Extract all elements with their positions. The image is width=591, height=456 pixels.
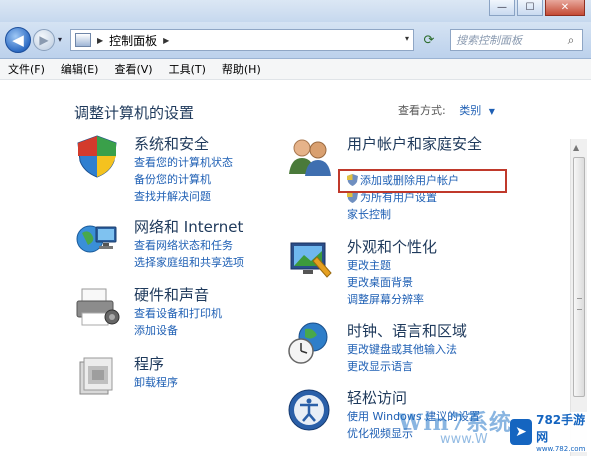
- watermark-badge: ➤ 782手游网 www.782.com: [510, 411, 588, 453]
- watermark-url: www.W: [440, 432, 488, 447]
- category-title[interactable]: 时钟、语言和区域: [347, 321, 527, 341]
- badge-title: 782手游网: [536, 413, 586, 444]
- navigation-bar: ◀ ▶ ▾ ▶ 控制面板 ▶ ▾ ⟳ 搜索控制面板 ⌕: [0, 22, 591, 59]
- category-text: 外观和个性化 更改主题 更改桌面背景 调整屏幕分辨率: [347, 237, 527, 308]
- appearance-icon[interactable]: [287, 237, 333, 281]
- programs-icon[interactable]: [74, 354, 120, 398]
- menu-file[interactable]: 文件(F): [0, 61, 53, 77]
- back-button[interactable]: ◀: [5, 27, 31, 53]
- link-screen-resolution[interactable]: 调整屏幕分辨率: [347, 291, 527, 308]
- scroll-up-button[interactable]: ▲: [573, 143, 579, 152]
- search-icon[interactable]: ⌕: [564, 33, 578, 47]
- ease-of-access-icon[interactable]: [287, 388, 333, 432]
- minimize-button[interactable]: —: [489, 0, 515, 16]
- printer-icon[interactable]: [74, 285, 120, 329]
- title-bar: — ☐ ✕: [0, 0, 591, 22]
- scroll-grip: [577, 298, 582, 310]
- link-change-theme[interactable]: 更改主题: [347, 257, 527, 274]
- forward-button[interactable]: ▶: [33, 29, 55, 51]
- link-troubleshoot[interactable]: 查找并解决问题: [134, 188, 314, 205]
- control-panel-icon: [75, 33, 91, 47]
- category-title[interactable]: 硬件和声音: [134, 285, 314, 305]
- window-controls: — ☐ ✕: [489, 0, 585, 16]
- scroll-thumb[interactable]: [573, 157, 585, 397]
- category-title[interactable]: 外观和个性化: [347, 237, 527, 257]
- vertical-scrollbar[interactable]: ▲: [570, 139, 587, 456]
- badge-text: 782手游网 www.782.com: [536, 411, 588, 453]
- menu-view[interactable]: 查看(V): [106, 61, 160, 77]
- view-by-label: 查看方式:: [398, 104, 446, 117]
- breadcrumb-separator[interactable]: ▶: [97, 36, 103, 45]
- link-devices-printers[interactable]: 查看设备和打印机: [134, 305, 314, 322]
- category-title[interactable]: 用户帐户和家庭安全: [347, 134, 507, 154]
- shield-icon[interactable]: [74, 134, 120, 178]
- menu-help[interactable]: 帮助(H): [214, 61, 269, 77]
- breadcrumb-separator[interactable]: ▶: [163, 36, 169, 45]
- clock-globe-icon[interactable]: [287, 321, 333, 365]
- close-button[interactable]: ✕: [545, 0, 585, 16]
- link-parental-controls[interactable]: 为所有用户设置家长控制: [347, 189, 447, 223]
- search-input[interactable]: 搜索控制面板: [456, 32, 564, 48]
- address-dropdown[interactable]: ▾: [405, 34, 409, 43]
- view-by: 查看方式: 类别 ▼: [398, 102, 495, 118]
- link-desktop-background[interactable]: 更改桌面背景: [347, 274, 527, 291]
- link-keyboard-input[interactable]: 更改键盘或其他输入法: [347, 341, 527, 358]
- chevron-down-icon[interactable]: ▼: [489, 107, 495, 116]
- menu-edit[interactable]: 编辑(E): [53, 61, 107, 77]
- breadcrumb-control-panel[interactable]: 控制面板: [109, 32, 157, 49]
- refresh-button[interactable]: ⟳: [420, 31, 438, 49]
- menu-bar: 文件(F) 编辑(E) 查看(V) 工具(T) 帮助(H): [0, 59, 591, 80]
- link-display-language[interactable]: 更改显示语言: [347, 358, 527, 375]
- maximize-button[interactable]: ☐: [517, 0, 543, 16]
- view-by-dropdown[interactable]: 类别: [459, 104, 481, 117]
- search-box[interactable]: 搜索控制面板 ⌕: [450, 29, 583, 51]
- users-icon[interactable]: [287, 134, 333, 178]
- address-bar[interactable]: ▶ 控制面板 ▶ ▾: [70, 29, 414, 51]
- badge-subtitle: www.782.com: [536, 445, 586, 453]
- category-text: 时钟、语言和区域 更改键盘或其他输入法 更改显示语言: [347, 321, 527, 375]
- menu-tools[interactable]: 工具(T): [161, 61, 214, 77]
- content-area: 调整计算机的设置 查看方式: 类别 ▼ 系统和安全 查看您的计算机状态 备份您的…: [0, 80, 570, 456]
- link-text[interactable]: 为所有用户设置家长控制: [347, 191, 437, 221]
- category-title[interactable]: 网络和 Internet: [134, 217, 314, 237]
- network-globe-icon[interactable]: [74, 217, 120, 261]
- recent-pages-dropdown[interactable]: ▾: [58, 35, 62, 44]
- highlight-annotation: [338, 169, 507, 193]
- badge-logo-icon: ➤: [510, 419, 533, 445]
- page-title: 调整计算机的设置: [74, 104, 195, 122]
